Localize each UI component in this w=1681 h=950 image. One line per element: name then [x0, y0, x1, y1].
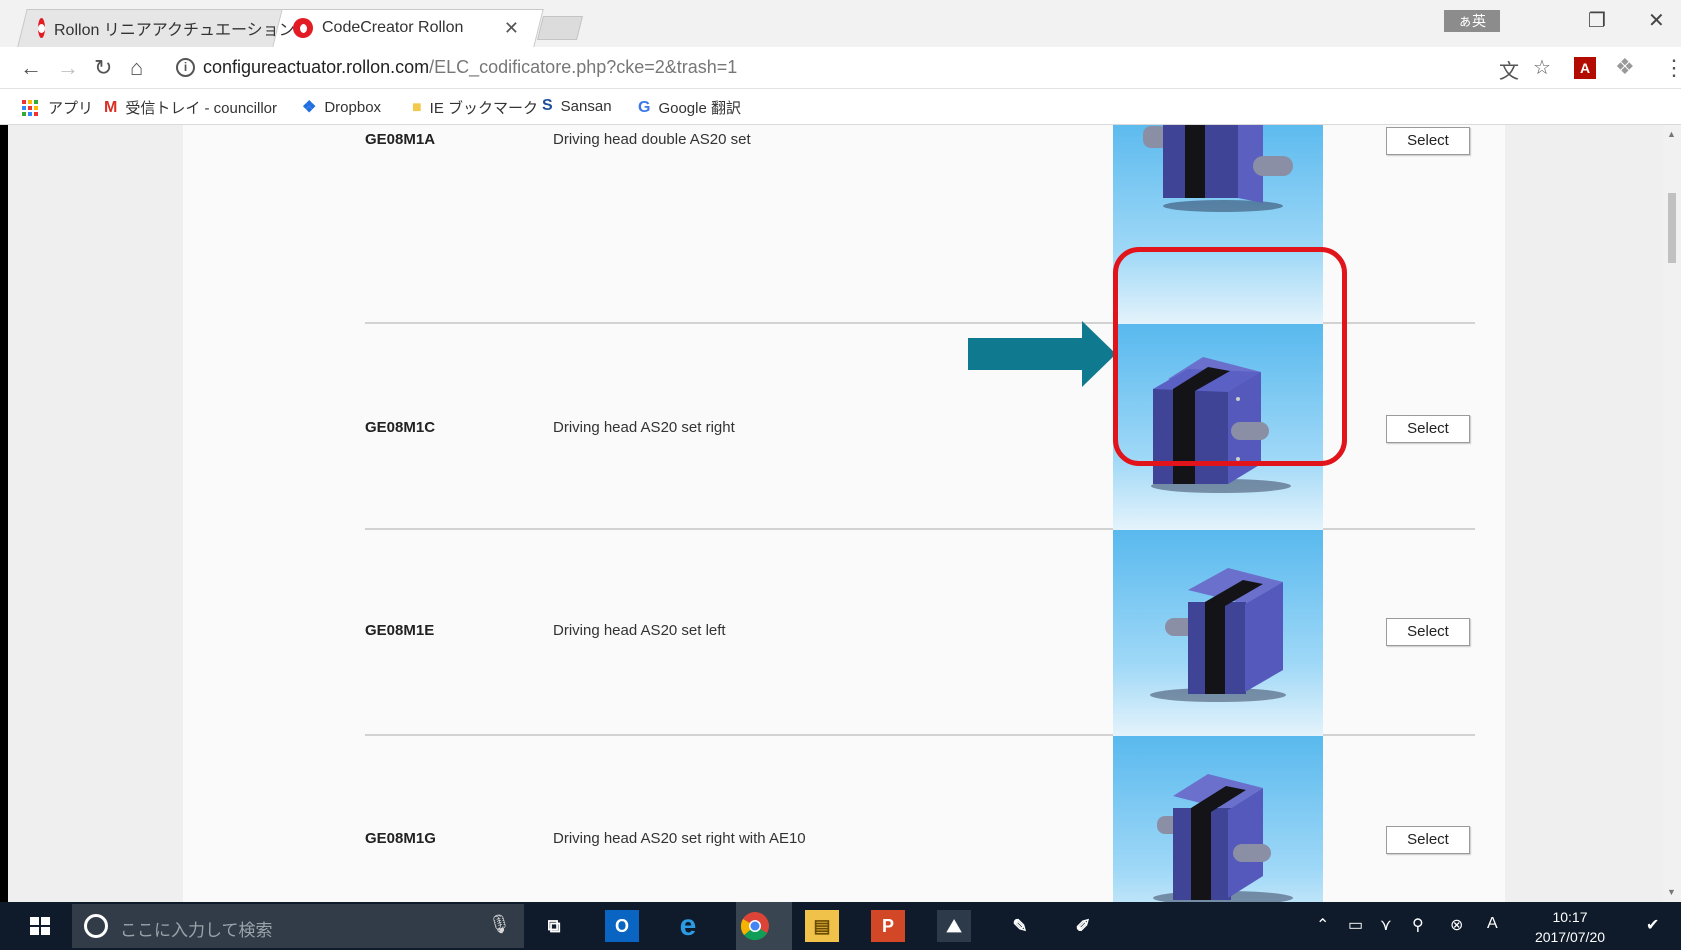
- close-window-icon[interactable]: ✕: [1648, 8, 1665, 33]
- back-icon[interactable]: ←: [20, 55, 42, 81]
- url-host: configureactuator.rollon.com: [203, 57, 430, 77]
- product-description: Driving head double AS20 set: [553, 131, 751, 148]
- powerpoint-icon[interactable]: P: [871, 910, 905, 942]
- home-icon[interactable]: ⌂: [130, 55, 143, 81]
- bookmark-apps[interactable]: アプリ: [22, 97, 93, 118]
- select-button[interactable]: Select: [1386, 127, 1470, 155]
- product-row: GE08M1E Driving head AS20 set left Selec…: [365, 530, 1475, 736]
- paint-icon[interactable]: ✎: [1003, 910, 1037, 942]
- product-code: GE08M1A: [365, 131, 436, 148]
- restore-window-icon[interactable]: ❐: [1588, 8, 1606, 33]
- network-icon[interactable]: ⚲: [1412, 915, 1424, 935]
- windows-taskbar: ここに入力して検索 🎙 ⧉ O e ▤ P ⛰ ✎ ✐ ⌃ ▭ ⋎ ⚲ ⊗ A …: [0, 902, 1681, 950]
- product-list: GE08M1A Driving head double AS20 set Sel…: [183, 125, 1505, 902]
- tray-chevron-icon[interactable]: ⌃: [1316, 915, 1329, 935]
- select-button[interactable]: Select: [1386, 826, 1470, 854]
- rollon-favicon-icon: [38, 18, 45, 38]
- product-code: GE08M1C: [365, 419, 436, 436]
- action-center-icon[interactable]: ✔: [1646, 915, 1659, 935]
- bookmarks-bar: アプリ M 受信トレイ - councillor ❖ Dropbox ■ IE …: [0, 89, 1681, 125]
- scroll-up-icon[interactable]: ▲: [1667, 129, 1676, 139]
- address-bar[interactable]: i configureactuator.rollon.com/ELC_codif…: [168, 51, 1568, 85]
- scroll-thumb[interactable]: [1668, 193, 1676, 263]
- clock-time: 10:17: [1552, 909, 1588, 925]
- bookmark-dropbox[interactable]: ❖ Dropbox: [302, 97, 381, 117]
- battery-icon[interactable]: ▭: [1348, 915, 1363, 935]
- ime-icon[interactable]: A: [1487, 915, 1498, 933]
- chrome-icon[interactable]: [738, 910, 772, 942]
- bookmark-gmail[interactable]: M 受信トレイ - councillor: [104, 97, 277, 118]
- product-code: GE08M1E: [365, 622, 435, 639]
- bookmark-sansan[interactable]: S Sansan: [542, 97, 612, 115]
- product-image: [1113, 530, 1323, 736]
- tab-title: CodeCreator Rollon: [322, 19, 464, 36]
- bookmark-star-icon[interactable]: ☆: [1533, 55, 1551, 80]
- tab-codecreator[interactable]: CodeCreator Rollon ✕: [285, 9, 525, 47]
- bookmark-label: Sansan: [560, 97, 612, 115]
- product-row: GE08M1G Driving head AS20 set right with…: [365, 736, 1475, 902]
- sketch-icon[interactable]: ✐: [1066, 910, 1100, 942]
- select-button[interactable]: Select: [1386, 618, 1470, 646]
- bookmark-label: 受信トレイ - councillor: [125, 100, 278, 117]
- bookmark-label: IE ブックマーク: [429, 100, 539, 117]
- sansan-icon: S: [542, 97, 553, 114]
- ime-indicator: ぁ英: [1444, 10, 1500, 32]
- chrome-logo-icon: [740, 912, 769, 941]
- new-tab-button[interactable]: [537, 16, 583, 40]
- product-image: [1113, 736, 1323, 902]
- url-path: /ELC_codificatore.php?cke=2&trash=1: [429, 57, 738, 77]
- annotation-highlight: [1113, 247, 1347, 466]
- select-button[interactable]: Select: [1386, 415, 1470, 443]
- folder-icon: ■: [412, 98, 422, 116]
- scrollbar[interactable]: ▲ ▼: [1663, 125, 1681, 902]
- tab-title: Rollon リニアアクチュエーション: [54, 22, 295, 39]
- gmail-icon: M: [104, 98, 118, 116]
- actuator-head-icon: [1150, 568, 1286, 702]
- url-text[interactable]: configureactuator.rollon.com/ELC_codific…: [203, 57, 737, 78]
- outlook-icon[interactable]: O: [605, 910, 639, 942]
- dropbox-extension-icon[interactable]: ❖: [1615, 54, 1635, 80]
- clock-date: 2017/07/20: [1534, 929, 1606, 945]
- taskbar-search[interactable]: ここに入力して検索 🎙: [72, 904, 524, 948]
- bookmark-google-translate[interactable]: G Google 翻訳: [638, 97, 741, 118]
- taskbar-search-placeholder: ここに入力して検索: [120, 921, 273, 940]
- acrobat-extension-icon[interactable]: A: [1574, 57, 1596, 79]
- dropbox-icon: ❖: [302, 99, 317, 116]
- chrome-menu-icon[interactable]: ⋮: [1663, 55, 1681, 81]
- product-description: Driving head AS20 set right: [553, 419, 735, 436]
- wifi-icon[interactable]: ⋎: [1380, 915, 1392, 935]
- actuator-head-icon: [1153, 774, 1293, 902]
- browser-toolbar: ← → ↻ ⌂ i configureactuator.rollon.com/E…: [0, 47, 1681, 89]
- google-translate-icon: G: [638, 98, 651, 116]
- annotation-arrow-icon: [968, 321, 1116, 387]
- bookmark-ie-folder[interactable]: ■ IE ブックマーク: [412, 97, 538, 118]
- taskbar-clock[interactable]: 10:17 2017/07/20: [1530, 907, 1610, 947]
- cortana-icon: [84, 914, 108, 938]
- bookmark-label: アプリ: [48, 100, 94, 117]
- tab-rollon[interactable]: Rollon リニアアクチュエーション ✕: [30, 9, 310, 47]
- scroll-down-icon[interactable]: ▼: [1667, 887, 1676, 897]
- apps-grid-icon: [22, 99, 38, 116]
- tab-strip: Rollon リニアアクチュエーション ✕ CodeCreator Rollon…: [0, 0, 1681, 47]
- bookmark-label: Dropbox: [324, 98, 382, 116]
- task-view-icon[interactable]: ⧉: [537, 910, 571, 942]
- mute-icon[interactable]: ⊗: [1450, 915, 1463, 935]
- page-viewport: GE08M1A Driving head double AS20 set Sel…: [8, 125, 1673, 902]
- rollon-favicon-icon: [293, 18, 313, 38]
- product-code: GE08M1G: [365, 830, 436, 847]
- windows-start-icon[interactable]: [30, 917, 50, 935]
- reload-icon[interactable]: ↻: [94, 55, 112, 81]
- photos-icon[interactable]: ⛰: [937, 910, 971, 942]
- file-explorer-icon[interactable]: ▤: [805, 910, 839, 942]
- product-description: Driving head AS20 set right with AE10: [553, 830, 806, 847]
- bookmark-label: Google 翻訳: [658, 100, 741, 117]
- forward-icon[interactable]: →: [57, 55, 79, 81]
- internet-explorer-icon[interactable]: e: [671, 909, 705, 942]
- microphone-icon[interactable]: 🎙: [488, 914, 511, 935]
- tab-close-icon[interactable]: ✕: [504, 18, 519, 39]
- product-description: Driving head AS20 set left: [553, 622, 726, 639]
- site-info-icon[interactable]: i: [176, 58, 195, 77]
- translate-icon[interactable]: 文: [1499, 55, 1519, 84]
